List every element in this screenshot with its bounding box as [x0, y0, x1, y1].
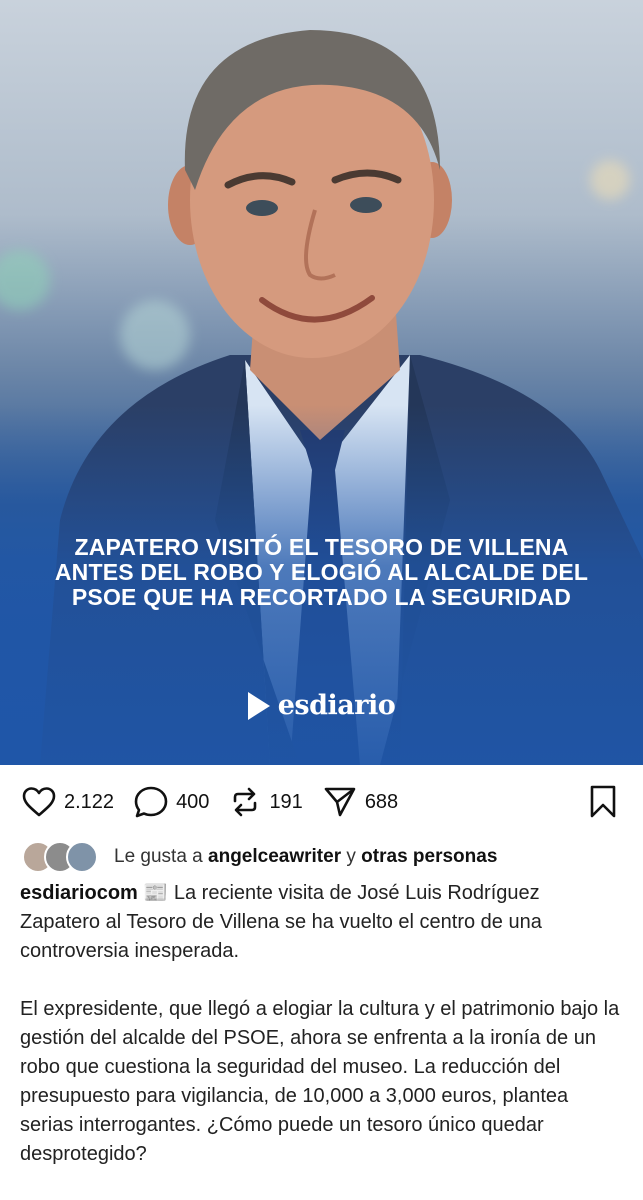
- heart-icon: [22, 787, 56, 817]
- brand-name: esdiario: [277, 690, 396, 721]
- reposts-count: 191: [269, 790, 303, 813]
- brand-logo: esdiario: [0, 690, 643, 721]
- play-triangle-icon: [247, 691, 270, 720]
- headline-line: ZAPATERO VISITÓ EL TESORO DE VILLENA: [74, 534, 569, 560]
- comments-count: 400: [176, 790, 210, 813]
- image-headline: ZAPATERO VISITÓ EL TESORO DE VILLENA ANT…: [40, 535, 603, 610]
- post-caption: esdiariocom 📰 La reciente visita de José…: [0, 875, 643, 1169]
- comment-bubble-icon: [134, 786, 168, 818]
- caption-username[interactable]: esdiariocom: [20, 882, 138, 904]
- send-icon: [324, 787, 356, 817]
- share-button[interactable]: 688: [323, 786, 398, 818]
- likes-count: 2.122: [64, 790, 115, 813]
- comment-button[interactable]: 400: [134, 786, 209, 818]
- headline-line: ANTES DEL ROBO Y ELOGIÓ AL ALCALDE DEL: [54, 559, 589, 585]
- repost-button[interactable]: 191: [229, 786, 303, 818]
- save-button[interactable]: [589, 785, 617, 824]
- like-button[interactable]: 2.122: [22, 787, 114, 817]
- avatar: [66, 841, 98, 873]
- headline-line: PSOE QUE HA RECORTADO LA SEGURIDAD: [71, 584, 572, 610]
- liker-avatars: [22, 841, 98, 873]
- newspaper-emoji-icon: 📰: [143, 882, 169, 904]
- shares-count: 688: [364, 790, 399, 813]
- repost-icon: [234, 787, 257, 817]
- bookmark-icon: [590, 785, 616, 818]
- caption-paragraph: esdiariocom 📰 La reciente visita de José…: [20, 879, 623, 966]
- action-bar: 2.122 400 191 688: [0, 765, 643, 839]
- liked-by-connector: y: [346, 846, 356, 867]
- caption-paragraph: El expresidente, que llegó a elogiar la …: [20, 998, 620, 1165]
- liked-by-user-link[interactable]: angelceawriter: [208, 846, 341, 868]
- liked-by-row[interactable]: Le gusta a angelceawriter y otras person…: [0, 839, 643, 875]
- liked-by-prefix: Le gusta a: [114, 846, 203, 867]
- post-image[interactable]: ZAPATERO VISITÓ EL TESORO DE VILLENA ANT…: [0, 0, 643, 765]
- liked-by-others-link[interactable]: otras personas: [361, 846, 497, 868]
